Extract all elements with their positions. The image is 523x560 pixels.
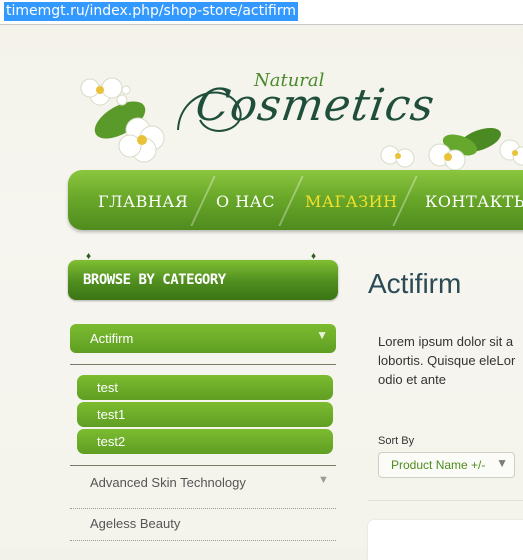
main-nav: ГЛАВНАЯ О НАС МАГАЗИН КОНТАКТЫ [68, 170, 523, 230]
subcategory-label: test [97, 380, 118, 395]
divider [368, 500, 523, 501]
nav-separator [278, 176, 304, 226]
subcategory-label: test1 [97, 407, 126, 422]
divider [70, 508, 336, 509]
nav-item-shop[interactable]: МАГАЗИН [305, 192, 398, 211]
subcategory-item[interactable]: test2 [77, 429, 333, 454]
nav-item-home[interactable]: ГЛАВНАЯ [98, 192, 188, 211]
arrow-down-icon: ▼ [316, 328, 328, 342]
subcategory-label: test2 [97, 434, 126, 449]
sort-by-select[interactable]: Product Name +/- ▼ [378, 452, 515, 478]
address-bar[interactable]: timemgt.ru/index.php/shop-store/actifirm [0, 0, 523, 25]
divider [70, 540, 336, 541]
category-item-ageless-beauty[interactable]: Ageless Beauty [90, 516, 180, 531]
category-heading: BROWSE BY CATEGORY [68, 260, 338, 300]
product-listing-panel [368, 520, 523, 560]
category-label: Actifirm [90, 331, 134, 346]
sort-by-label: Sort By [378, 435, 415, 447]
category-description: Lorem ipsum dolor sit a lobortis. Quisqu… [378, 334, 516, 387]
divider [70, 465, 336, 466]
subcategory-item[interactable]: test [77, 375, 333, 400]
category-item-advanced-skin[interactable]: Advanced Skin Technology [90, 475, 246, 490]
left-flower-icon [80, 77, 165, 163]
subcategory-item[interactable]: test1 [77, 402, 333, 427]
logo-title[interactable]: Cosmetics [192, 80, 438, 131]
page-title: Actifirm [368, 268, 462, 299]
sort-by-value: Product Name +/- [391, 458, 486, 472]
nav-item-contacts[interactable]: КОНТАКТЫ [425, 192, 523, 211]
dropdown-arrow-icon: ▼ [496, 456, 508, 470]
nav-item-about[interactable]: О НАС [216, 192, 275, 211]
arrow-down-icon: ▼ [318, 474, 329, 486]
nav-separator [190, 176, 216, 226]
category-item-actifirm[interactable]: Actifirm ▼ [70, 324, 336, 353]
divider [70, 364, 336, 365]
url-text[interactable]: timemgt.ru/index.php/shop-store/actifirm [4, 2, 298, 21]
category-heading-text: BROWSE BY CATEGORY [83, 272, 226, 288]
